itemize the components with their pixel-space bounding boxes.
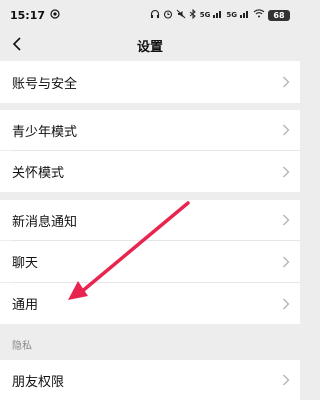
mute-icon xyxy=(176,9,186,22)
chevron-right-icon xyxy=(283,374,290,386)
settings-item-teen-mode[interactable]: 青少年模式 xyxy=(0,110,300,150)
chevron-right-icon xyxy=(283,214,290,226)
section-header-privacy: 隐私 xyxy=(0,328,300,360)
settings-item-label: 关怀模式 xyxy=(12,166,65,181)
chevron-left-icon xyxy=(12,36,22,55)
settings-item-general[interactable]: 通用 xyxy=(0,283,300,324)
settings-item-chat[interactable]: 聊天 xyxy=(0,241,300,282)
settings-item-friend-permissions[interactable]: 朋友权限 xyxy=(0,360,300,400)
status-bar: 15:17 5G 5G 68 xyxy=(0,0,300,30)
status-right: 5G 5G 68 xyxy=(150,8,290,22)
chevron-right-icon xyxy=(283,256,290,267)
settings-item-account-security[interactable]: 账号与安全 xyxy=(0,61,300,103)
headphones-icon xyxy=(150,9,160,22)
chevron-right-icon xyxy=(283,124,290,136)
status-left: 15:17 xyxy=(10,9,60,22)
chevron-right-icon xyxy=(283,298,290,309)
alarm-icon xyxy=(163,9,173,22)
battery-indicator: 68 xyxy=(268,9,290,21)
wifi-icon xyxy=(253,9,265,21)
back-button[interactable] xyxy=(6,34,28,56)
chevron-right-icon xyxy=(283,76,290,88)
settings-item-label: 朋友权限 xyxy=(12,374,65,390)
nav-bar: 设置 xyxy=(0,30,300,60)
settings-item-label: 新消息通知 xyxy=(12,214,78,230)
bluetooth-icon xyxy=(189,8,197,22)
settings-item-care-mode[interactable]: 关怀模式 xyxy=(0,151,300,192)
settings-item-label: 通用 xyxy=(12,298,39,313)
signal-icon-2 xyxy=(240,9,250,21)
page-title: 设置 xyxy=(136,39,163,55)
signal-icon xyxy=(213,9,223,21)
settings-item-notifications[interactable]: 新消息通知 xyxy=(0,200,300,240)
network-label-1: 5G xyxy=(199,11,211,19)
section-header-label: 隐私 xyxy=(12,340,32,352)
status-time: 15:17 xyxy=(10,8,46,22)
settings-item-label: 聊天 xyxy=(12,256,39,271)
app-status-icon xyxy=(50,8,60,22)
settings-item-label: 青少年模式 xyxy=(12,124,78,140)
chevron-right-icon xyxy=(283,166,290,177)
network-label-2: 5G xyxy=(226,11,237,19)
settings-item-label: 账号与安全 xyxy=(12,76,78,92)
